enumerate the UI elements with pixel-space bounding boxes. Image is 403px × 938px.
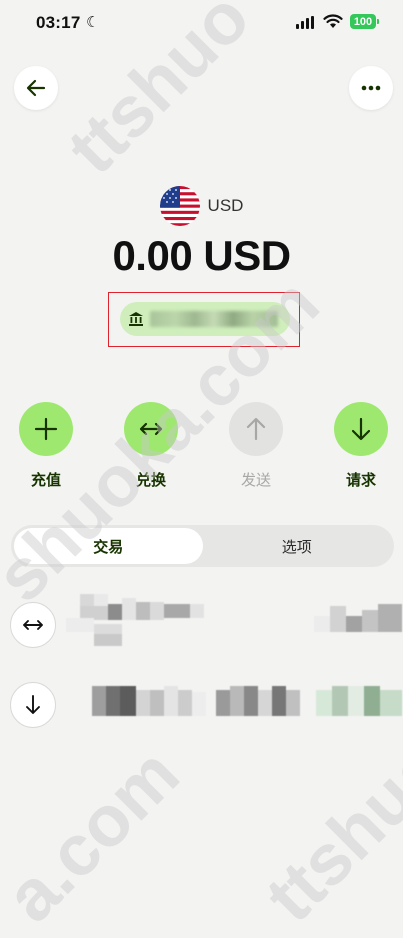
transaction-amount-redacted — [314, 600, 402, 640]
cellular-signal-icon — [296, 16, 314, 29]
currency-code: USD — [207, 196, 244, 215]
transaction-row[interactable] — [0, 594, 403, 656]
account-details-pill[interactable] — [120, 302, 290, 336]
send-button[interactable]: 发送 — [228, 402, 284, 490]
tab-options[interactable]: 选项 — [203, 528, 392, 564]
convert-button[interactable]: 兑换 — [123, 402, 179, 490]
tab-transactions[interactable]: 交易 — [14, 528, 203, 564]
transaction-title-redacted — [92, 686, 312, 720]
send-label: 发送 — [240, 472, 271, 489]
request-circle — [334, 402, 388, 456]
wifi-icon — [323, 14, 343, 28]
more-horizontal-icon — [361, 85, 381, 91]
status-bar: 03:17 ☾ 100 — [0, 0, 403, 44]
battery-indicator: 100 — [350, 14, 379, 29]
arrow-down-icon — [351, 417, 371, 441]
convert-label: 兑换 — [135, 472, 166, 489]
watermark-text: ttshuo — [250, 725, 403, 938]
currency-header: USD — [0, 186, 403, 226]
more-options-button[interactable] — [349, 66, 393, 110]
request-label: 请求 — [345, 472, 376, 489]
balance-amount: 0.00 USD — [112, 232, 291, 279]
add-money-circle — [19, 402, 73, 456]
swap-horizontal-icon — [10, 602, 56, 648]
transaction-amount-redacted — [316, 686, 402, 720]
transaction-row[interactable] — [0, 674, 403, 736]
send-circle — [229, 402, 283, 456]
arrow-down-icon — [10, 682, 56, 728]
moon-icon: ☾ — [86, 14, 100, 31]
transaction-title-redacted — [66, 594, 206, 648]
arrow-left-icon — [26, 79, 46, 97]
arrow-up-icon — [246, 417, 266, 441]
watermark-text: a.com — [0, 733, 195, 938]
request-button[interactable]: 请求 — [333, 402, 389, 490]
swap-horizontal-icon — [139, 422, 163, 436]
back-button[interactable] — [14, 66, 58, 110]
us-flag-icon — [159, 186, 200, 226]
segmented-tabs: 交易 选项 — [11, 525, 394, 567]
status-time: 03:17 — [36, 13, 81, 32]
add-money-button[interactable]: 充值 — [18, 402, 74, 490]
convert-circle — [124, 402, 178, 456]
account-number-redacted — [150, 311, 278, 327]
plus-icon — [34, 417, 58, 441]
bank-icon — [129, 312, 143, 326]
add-money-label: 充值 — [30, 472, 61, 489]
